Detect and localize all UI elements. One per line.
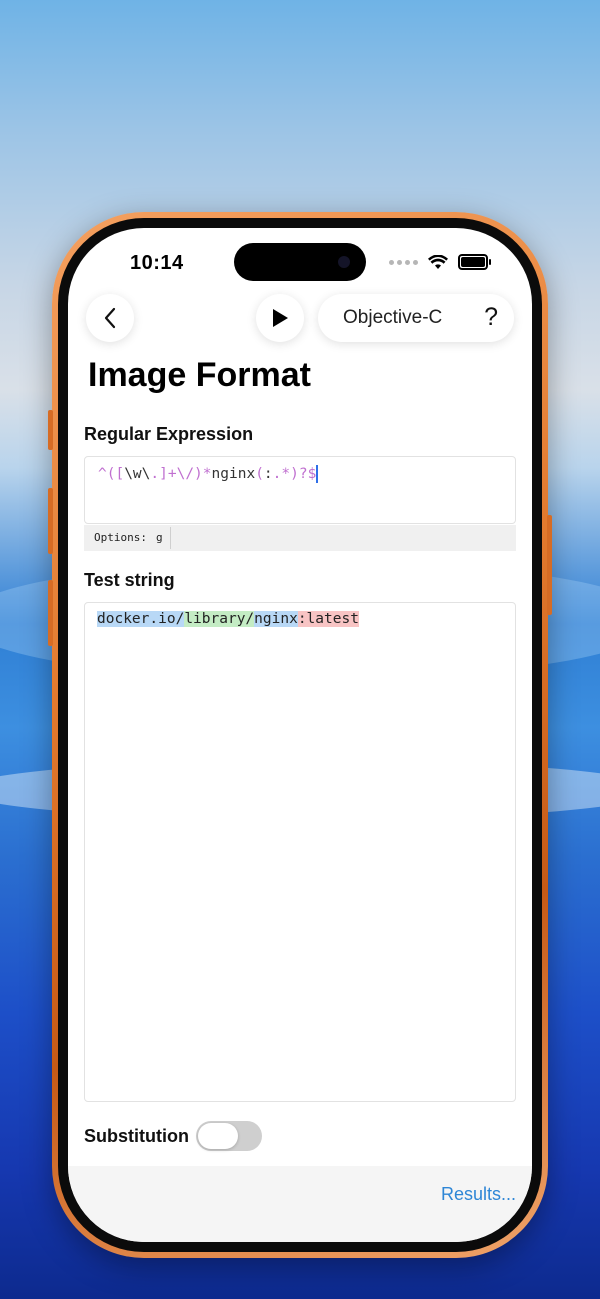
- chevron-left-icon: [104, 307, 116, 329]
- regex-section-label: Regular Expression: [84, 424, 254, 444]
- toggle-knob: [198, 1123, 238, 1149]
- camera-icon: [338, 256, 350, 268]
- play-icon: [273, 309, 288, 327]
- back-button[interactable]: [86, 294, 134, 342]
- action-button: [48, 410, 53, 450]
- substitution-toggle[interactable]: [196, 1121, 262, 1151]
- language-selector[interactable]: Objective-C ?: [318, 294, 514, 342]
- regex-pattern[interactable]: ^([\w\.]+\/)*nginx(:.*)?$: [98, 465, 319, 483]
- run-button[interactable]: [256, 294, 304, 342]
- power-button: [547, 515, 552, 615]
- results-link[interactable]: Results...: [441, 1184, 516, 1205]
- bottom-bar: Results...: [68, 1166, 532, 1242]
- options-divider: [170, 527, 171, 549]
- regex-input[interactable]: ^([\w\.]+\/)*nginx(:.*)?$: [84, 456, 516, 524]
- wifi-icon: [428, 254, 448, 269]
- test-string-text[interactable]: docker.io/library/nginx:latest: [97, 611, 359, 627]
- regex-token: :: [263, 466, 273, 482]
- battery-icon: [458, 254, 491, 270]
- volume-down-button: [48, 580, 53, 646]
- test-string-input[interactable]: docker.io/library/nginx:latest: [84, 602, 516, 1102]
- page-title: Image Format: [88, 356, 311, 394]
- volume-up-button: [48, 488, 53, 554]
- regex-token: .: [150, 466, 160, 482]
- regex-token: (: [255, 466, 264, 482]
- status-time: 10:14: [130, 252, 184, 274]
- substitution-label: Substitution: [84, 1126, 189, 1146]
- signal-icon: [389, 259, 418, 265]
- regex-token: .*)?$: [272, 466, 317, 482]
- regex-token: ^([: [98, 466, 125, 482]
- regex-token: ]+\/)*: [159, 466, 212, 482]
- language-label[interactable]: Objective-C: [343, 307, 442, 329]
- status-indicators: [389, 254, 491, 270]
- options-value[interactable]: g: [156, 531, 163, 544]
- match-highlight: library/: [184, 611, 255, 627]
- help-button[interactable]: ?: [484, 303, 498, 332]
- match-highlight: docker.io/: [97, 611, 185, 627]
- options-bar[interactable]: Options: g: [84, 525, 516, 551]
- regex-token: nginx: [211, 466, 256, 482]
- text-cursor: [316, 465, 319, 483]
- match-highlight: :latest: [297, 611, 359, 627]
- app-screen: 10:14 Objective-C ? Image Format Regular…: [68, 228, 532, 1242]
- options-label: Options:: [94, 531, 147, 544]
- test-section-label: Test string: [84, 570, 175, 590]
- match-highlight: nginx: [254, 611, 298, 627]
- dynamic-island: [234, 243, 366, 281]
- regex-token: \w\: [124, 466, 151, 482]
